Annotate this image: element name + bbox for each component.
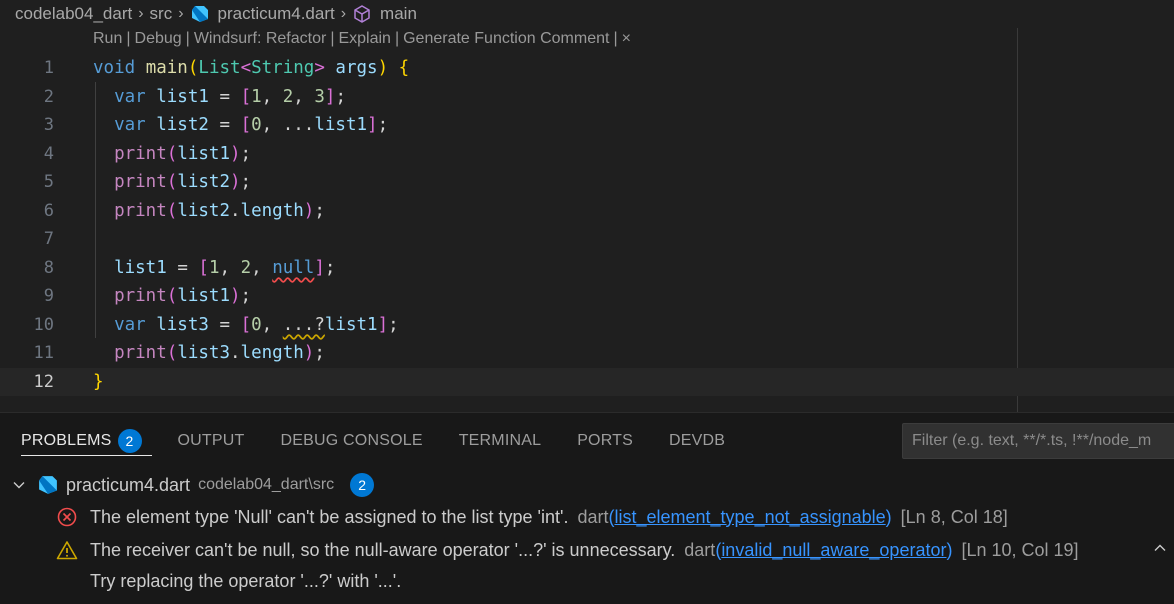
dart-file-icon: [38, 475, 58, 495]
line-number: 1: [43, 58, 54, 79]
code-line: 1 void main(List<String> args) {: [0, 54, 1174, 83]
tab-debug-console[interactable]: DEBUG CONSOLE: [281, 413, 423, 469]
problem-location: [Ln 10, Col 19]: [961, 539, 1079, 560]
code-text: list1 = [1, 2, null];: [114, 257, 336, 278]
line-number: 7: [43, 229, 54, 250]
problem-code-link[interactable]: invalid_null_aware_operator: [721, 540, 946, 561]
code-line: 2 var list1 = [1, 2, 3];: [0, 83, 1174, 112]
tab-devdb[interactable]: DEVDB: [669, 413, 725, 469]
line-number: 2: [43, 86, 54, 107]
codelens-refactor[interactable]: Windsurf: Refactor: [194, 30, 326, 47]
code-text: print(list1);: [114, 143, 252, 164]
code-text: var list2 = [0, ...list1];: [114, 115, 389, 136]
problem-location: [Ln 8, Col 18]: [900, 506, 1008, 527]
codelens-explain[interactable]: Explain: [338, 30, 390, 47]
error-icon: [56, 506, 78, 528]
code-text: print(list2);: [114, 172, 252, 193]
breadcrumb-symbol[interactable]: main: [380, 4, 417, 24]
line-number: 6: [43, 200, 54, 221]
dart-file-icon: [190, 4, 210, 24]
problem-item-error[interactable]: The element type 'Null' can't be assigne…: [56, 502, 1174, 532]
code-line: 6 print(list2.length);: [0, 197, 1174, 226]
problem-code-link[interactable]: list_element_type_not_assignable: [614, 507, 885, 528]
line-number: 9: [43, 286, 54, 307]
code-line: 4 print(list1);: [0, 140, 1174, 169]
codelens-debug[interactable]: Debug: [135, 30, 182, 47]
line-number: 8: [43, 257, 54, 278]
problem-item-warning[interactable]: The receiver can't be null, so the null-…: [56, 535, 1174, 565]
code-text: print(list3.length);: [114, 343, 325, 364]
code-line: 10 var list3 = [0, ...?list1];: [0, 311, 1174, 340]
breadcrumb-subfolder[interactable]: src: [150, 4, 173, 24]
tab-problems[interactable]: PROBLEMS 2: [21, 413, 151, 469]
method-cube-icon: [352, 4, 372, 24]
problem-hint: Try replacing the operator '...?' with '…: [90, 571, 402, 591]
problems-filter-input[interactable]: Filter (e.g. text, **/*.ts, !**/node_m: [902, 423, 1174, 459]
code-line: 11 print(list3.length);: [0, 339, 1174, 368]
code-line: 3 var list2 = [0, ...list1];: [0, 111, 1174, 140]
breadcrumb-file[interactable]: practicum4.dart: [218, 4, 335, 24]
breadcrumb: codelab04_dart › src › practicum4.dart ›…: [0, 0, 1174, 28]
panel-tabs: PROBLEMS 2 OUTPUT DEBUG CONSOLE TERMINAL…: [0, 413, 900, 469]
code-text: }: [93, 371, 104, 392]
code-line: 8 list1 = [1, 2, null];: [0, 254, 1174, 283]
code-text: var list1 = [1, 2, 3];: [114, 86, 346, 107]
chevron-right-icon: ›: [178, 5, 184, 22]
problem-message: The receiver can't be null, so the null-…: [90, 539, 676, 560]
code-editor[interactable]: Run | Debug | Windsurf: Refactor | Explain | Gen…: [0, 28, 1174, 412]
code-lines: 1 void main(List<String> args) { 2 var l…: [0, 54, 1174, 396]
chevron-down-icon[interactable]: [12, 478, 28, 492]
code-line-current: 12 }: [0, 367, 1174, 396]
tab-output[interactable]: OUTPUT: [178, 413, 245, 469]
codelens-run[interactable]: Run: [93, 30, 122, 47]
bottom-panel: PROBLEMS 2 OUTPUT DEBUG CONSOLE TERMINAL…: [0, 412, 1174, 604]
line-number: 5: [43, 172, 54, 193]
chevron-right-icon: ›: [340, 5, 347, 22]
paren-close: ): [946, 539, 953, 560]
code-line: 5 print(list2);: [0, 168, 1174, 197]
code-text: print(list1);: [114, 286, 252, 307]
tab-terminal[interactable]: TERMINAL: [459, 413, 542, 469]
chevron-up-icon[interactable]: [1152, 540, 1168, 561]
problem-source: dart: [684, 539, 716, 560]
line-number: 10: [33, 314, 54, 335]
codelens-bar: Run | Debug | Windsurf: Refactor | Explain | Gen…: [93, 30, 631, 47]
line-number: 4: [43, 143, 54, 164]
code-text: var list3 = [0, ...?list1];: [114, 314, 399, 335]
line-number: 3: [43, 115, 54, 136]
breadcrumb-folder[interactable]: codelab04_dart: [15, 4, 132, 24]
warning-icon: [56, 539, 78, 561]
code-line: 7: [0, 225, 1174, 254]
codelens-generate-comment[interactable]: Generate Function Comment: [403, 30, 609, 47]
code-text: void main(List<String> args) {: [93, 58, 410, 79]
line-number: 11: [33, 343, 54, 364]
problem-message: The element type 'Null' can't be assigne…: [90, 506, 569, 527]
code-line: 9 print(list1);: [0, 282, 1174, 311]
code-text: print(list2.length);: [114, 200, 325, 221]
problems-file-group[interactable]: practicum4.dart codelab04_dart\src 2: [0, 471, 1174, 499]
line-number: 12: [33, 371, 54, 392]
tab-ports[interactable]: PORTS: [577, 413, 633, 469]
problems-count-badge: 2: [117, 429, 142, 453]
close-icon[interactable]: ×: [622, 30, 631, 47]
problems-file-name: practicum4.dart: [66, 474, 191, 495]
chevron-right-icon: ›: [138, 5, 144, 22]
file-problems-count-badge: 2: [350, 473, 375, 497]
problems-file-path: codelab04_dart\src: [198, 476, 335, 493]
paren-close: ): [885, 506, 892, 527]
problem-source: dart: [577, 506, 609, 527]
tab-problems-label: PROBLEMS: [21, 432, 112, 449]
